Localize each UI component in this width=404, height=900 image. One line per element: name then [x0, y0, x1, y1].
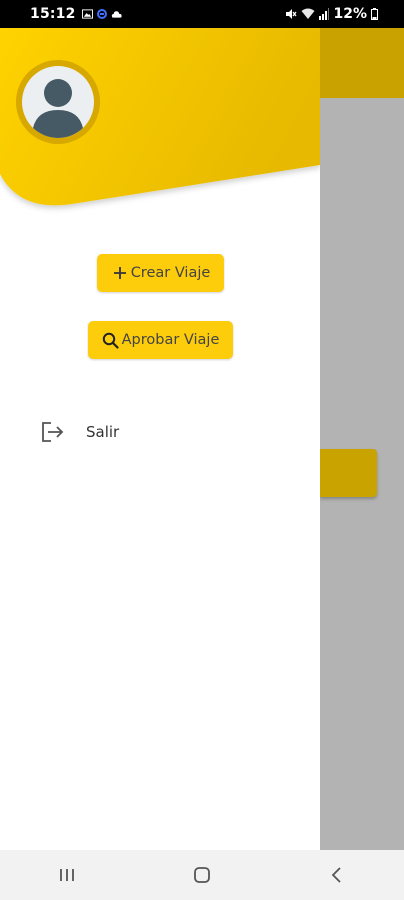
- home-icon: [194, 867, 210, 883]
- logout-icon: [40, 421, 64, 443]
- aprobar-viaje-button[interactable]: Aprobar Viaje: [88, 321, 233, 359]
- vpn-icon: [96, 9, 107, 19]
- recents-icon: [60, 869, 75, 881]
- image-icon: [81, 9, 93, 19]
- wifi-icon: [301, 8, 315, 19]
- plus-icon: [111, 264, 129, 282]
- scrim-overlay[interactable]: [320, 28, 404, 850]
- user-avatar-icon: [32, 79, 84, 138]
- menu-item-label: Salir: [86, 423, 120, 441]
- menu-item-salir[interactable]: Salir: [40, 418, 119, 446]
- signal-icon: [319, 8, 330, 20]
- drawer-header: [0, 28, 320, 218]
- navigation-drawer: Crear Viaje Aprobar Viaje Salir: [0, 28, 320, 850]
- status-left-icons: [81, 9, 122, 19]
- recents-button[interactable]: [47, 855, 87, 895]
- back-icon: [331, 867, 341, 883]
- status-time: 15:12: [30, 6, 76, 22]
- status-right-icons: 12%: [285, 0, 378, 28]
- mute-icon: [286, 9, 298, 19]
- battery-icon: [371, 8, 378, 20]
- background-app-bar: [320, 28, 404, 98]
- background-button: [320, 449, 377, 497]
- home-button[interactable]: [182, 855, 222, 895]
- crear-viaje-button[interactable]: Crear Viaje: [97, 254, 224, 292]
- aprobar-viaje-label: Aprobar Viaje: [121, 332, 220, 348]
- back-button[interactable]: [317, 855, 357, 895]
- status-bar: 15:12 12%: [0, 0, 404, 28]
- search-icon: [102, 331, 120, 349]
- crear-viaje-label: Crear Viaje: [130, 265, 211, 281]
- avatar[interactable]: [16, 60, 100, 144]
- system-nav-bar: [0, 850, 404, 900]
- battery-percent: 12%: [333, 6, 367, 22]
- cloud-icon: [111, 11, 122, 18]
